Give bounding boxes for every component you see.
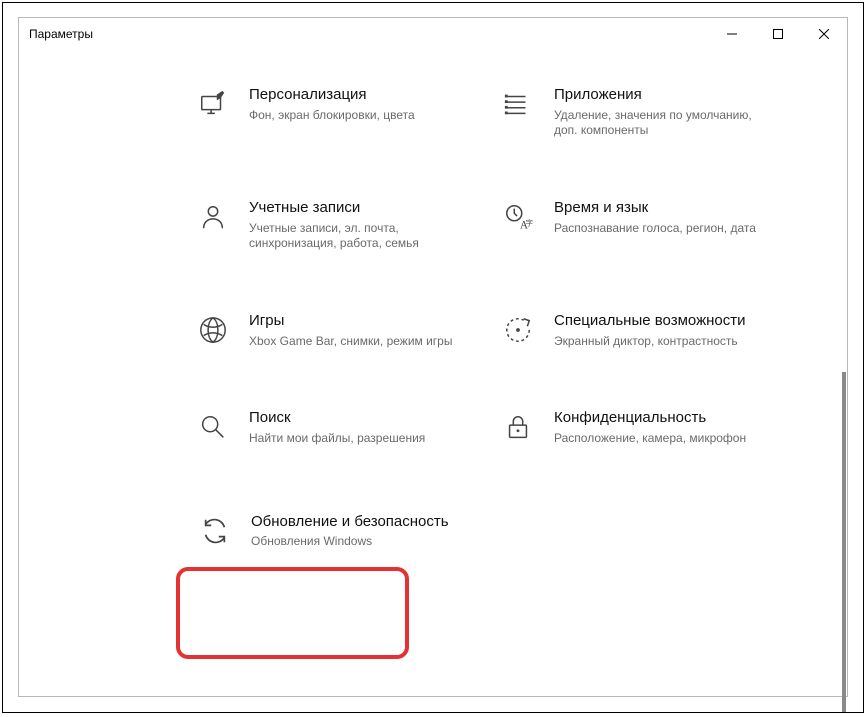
- screenshot-frame: Параметры: [2, 2, 864, 713]
- tile-apps[interactable]: Приложения Удаление, значения по умолчан…: [494, 80, 769, 145]
- tile-personalization[interactable]: Персонализация Фон, экран блокировки, цв…: [189, 80, 464, 145]
- privacy-icon: [500, 409, 536, 445]
- tile-gaming[interactable]: Игры Xbox Game Bar, снимки, режим игры: [189, 306, 464, 355]
- update-icon: [197, 513, 233, 549]
- tile-title: Приложения: [554, 86, 763, 105]
- time-language-icon: A 字: [500, 199, 536, 235]
- tile-desc: Экранный диктор, контрастность: [554, 334, 763, 350]
- scrollbar-thumb[interactable]: [842, 372, 846, 712]
- scrollbar[interactable]: [831, 82, 847, 696]
- tile-title: Персонализация: [249, 86, 458, 105]
- tile-title: Игры: [249, 312, 458, 331]
- tile-title: Обновление и безопасность: [251, 513, 471, 532]
- tile-desc: Распознавание голоса, регион, дата: [554, 221, 763, 237]
- ease-of-access-icon: [500, 312, 536, 348]
- accounts-icon: [195, 199, 231, 235]
- search-icon: [195, 409, 231, 445]
- close-button[interactable]: [801, 18, 847, 50]
- tile-desc: Xbox Game Bar, снимки, режим игры: [249, 334, 458, 350]
- settings-grid: Персонализация Фон, экран блокировки, цв…: [189, 80, 769, 453]
- tile-desc: Обновления Windows: [251, 534, 471, 550]
- svg-text:字: 字: [526, 217, 534, 227]
- tile-desc: Найти мои файлы, разрешения: [249, 431, 458, 447]
- highlight-annotation: [176, 567, 409, 659]
- maximize-button[interactable]: [755, 18, 801, 50]
- personalization-icon: [195, 86, 231, 122]
- last-row: Обновление и безопасность Обновления Win…: [189, 501, 479, 562]
- minimize-button[interactable]: [709, 18, 755, 50]
- tile-privacy[interactable]: Конфиденциальность Расположение, камера,…: [494, 403, 769, 452]
- tile-title: Время и язык: [554, 199, 763, 218]
- window-controls: [709, 18, 847, 50]
- tile-desc: Фон, экран блокировки, цвета: [249, 108, 458, 124]
- tile-accounts[interactable]: Учетные записи Учетные записи, эл. почта…: [189, 193, 464, 258]
- content-area: Персонализация Фон, экран блокировки, цв…: [19, 50, 847, 696]
- tile-update-security[interactable]: Обновление и безопасность Обновления Win…: [189, 501, 479, 562]
- gaming-icon: [195, 312, 231, 348]
- tile-time-language[interactable]: A 字 Время и язык Распознавание голоса, р…: [494, 193, 769, 258]
- tile-title: Учетные записи: [249, 199, 458, 218]
- tile-ease-of-access[interactable]: Специальные возможности Экранный диктор,…: [494, 306, 769, 355]
- tile-desc: Удаление, значения по умолчанию, доп. ко…: [554, 108, 763, 139]
- window-title: Параметры: [29, 27, 93, 41]
- tile-desc: Расположение, камера, микрофон: [554, 431, 763, 447]
- apps-icon: [500, 86, 536, 122]
- tile-search[interactable]: Поиск Найти мои файлы, разрешения: [189, 403, 464, 452]
- tile-title: Поиск: [249, 409, 458, 428]
- tile-desc: Учетные записи, эл. почта, синхронизация…: [249, 221, 458, 252]
- tile-title: Специальные возможности: [554, 312, 763, 331]
- titlebar: Параметры: [19, 18, 847, 50]
- tile-title: Конфиденциальность: [554, 409, 763, 428]
- settings-window: Параметры: [18, 17, 848, 697]
